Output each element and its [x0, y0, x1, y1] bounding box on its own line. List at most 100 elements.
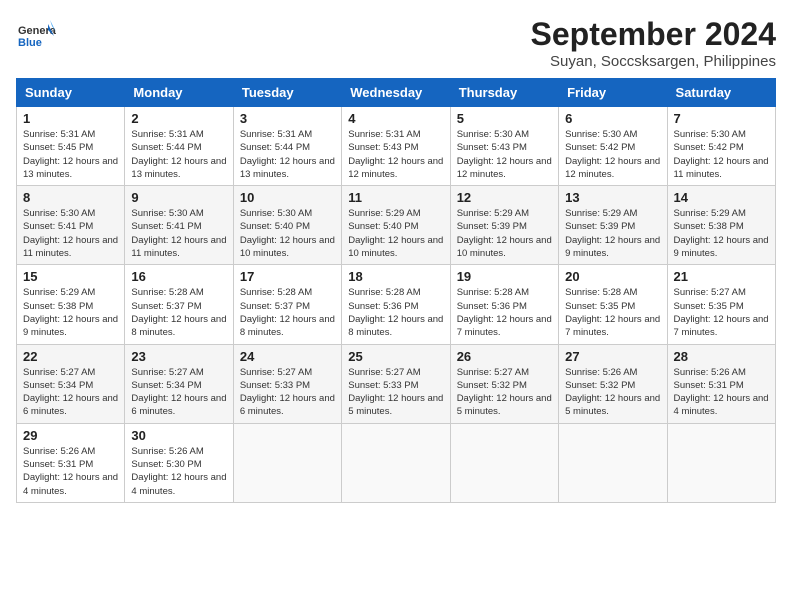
table-row: [342, 423, 450, 502]
day-info: Sunrise: 5:28 AM Sunset: 5:37 PM Dayligh…: [131, 286, 226, 339]
day-info: Sunrise: 5:31 AM Sunset: 5:43 PM Dayligh…: [348, 128, 443, 181]
day-number: 10: [240, 190, 335, 205]
logo: General Blue: [16, 16, 60, 56]
day-info: Sunrise: 5:27 AM Sunset: 5:35 PM Dayligh…: [674, 286, 769, 339]
day-number: 29: [23, 428, 118, 443]
header-tuesday: Tuesday: [233, 79, 341, 107]
day-number: 19: [457, 269, 552, 284]
day-number: 23: [131, 349, 226, 364]
table-row: 30 Sunrise: 5:26 AM Sunset: 5:30 PM Dayli…: [125, 423, 233, 502]
day-info: Sunrise: 5:29 AM Sunset: 5:38 PM Dayligh…: [674, 207, 769, 260]
table-row: 27 Sunrise: 5:26 AM Sunset: 5:32 PM Dayli…: [559, 344, 667, 423]
day-number: 13: [565, 190, 660, 205]
day-number: 1: [23, 111, 118, 126]
table-row: 9 Sunrise: 5:30 AM Sunset: 5:41 PM Daylig…: [125, 186, 233, 265]
day-info: Sunrise: 5:31 AM Sunset: 5:44 PM Dayligh…: [240, 128, 335, 181]
day-info: Sunrise: 5:30 AM Sunset: 5:41 PM Dayligh…: [131, 207, 226, 260]
table-row: 16 Sunrise: 5:28 AM Sunset: 5:37 PM Dayli…: [125, 265, 233, 344]
day-info: Sunrise: 5:26 AM Sunset: 5:31 PM Dayligh…: [674, 366, 769, 419]
table-row: 12 Sunrise: 5:29 AM Sunset: 5:39 PM Dayli…: [450, 186, 558, 265]
day-number: 5: [457, 111, 552, 126]
table-row: 28 Sunrise: 5:26 AM Sunset: 5:31 PM Dayli…: [667, 344, 775, 423]
table-row: 5 Sunrise: 5:30 AM Sunset: 5:43 PM Daylig…: [450, 107, 558, 186]
table-row: 20 Sunrise: 5:28 AM Sunset: 5:35 PM Dayli…: [559, 265, 667, 344]
table-row: 22 Sunrise: 5:27 AM Sunset: 5:34 PM Dayli…: [17, 344, 125, 423]
day-info: Sunrise: 5:27 AM Sunset: 5:34 PM Dayligh…: [131, 366, 226, 419]
day-number: 9: [131, 190, 226, 205]
table-row: 26Sunrise: 5:27 AM Sunset: 5:32 PM Dayli…: [450, 344, 558, 423]
day-number: 24: [240, 349, 335, 364]
table-row: [450, 423, 558, 502]
table-row: 10 Sunrise: 5:30 AM Sunset: 5:40 PM Dayli…: [233, 186, 341, 265]
day-number: 12: [457, 190, 552, 205]
day-info: Sunrise: 5:30 AM Sunset: 5:42 PM Dayligh…: [674, 128, 769, 181]
day-number: 6: [565, 111, 660, 126]
day-info: Sunrise: 5:27 AM Sunset: 5:34 PM Dayligh…: [23, 366, 118, 419]
day-info: Sunrise: 5:29 AM Sunset: 5:39 PM Dayligh…: [457, 207, 552, 260]
location-title: Suyan, Soccsksargen, Philippines: [531, 53, 776, 70]
day-info: Sunrise: 5:30 AM Sunset: 5:40 PM Dayligh…: [240, 207, 335, 260]
day-number: 30: [131, 428, 226, 443]
calendar-week-row: 29 Sunrise: 5:26 AM Sunset: 5:31 PM Dayli…: [17, 423, 776, 502]
table-row: 6Sunrise: 5:30 AM Sunset: 5:42 PM Daylig…: [559, 107, 667, 186]
day-info: Sunrise: 5:30 AM Sunset: 5:41 PM Dayligh…: [23, 207, 118, 260]
calendar-week-row: 15 Sunrise: 5:29 AM Sunset: 5:38 PM Dayli…: [17, 265, 776, 344]
day-info: Sunrise: 5:26 AM Sunset: 5:32 PM Dayligh…: [565, 366, 660, 419]
table-row: 29 Sunrise: 5:26 AM Sunset: 5:31 PM Dayli…: [17, 423, 125, 502]
day-number: 8: [23, 190, 118, 205]
day-info: Sunrise: 5:27 AM Sunset: 5:32 PM Dayligh…: [457, 366, 552, 419]
table-row: [559, 423, 667, 502]
day-number: 22: [23, 349, 118, 364]
day-info: Sunrise: 5:27 AM Sunset: 5:33 PM Dayligh…: [240, 366, 335, 419]
header-wednesday: Wednesday: [342, 79, 450, 107]
day-info: Sunrise: 5:31 AM Sunset: 5:45 PM Dayligh…: [23, 128, 118, 181]
table-row: [233, 423, 341, 502]
day-number: 15: [23, 269, 118, 284]
day-info: Sunrise: 5:29 AM Sunset: 5:40 PM Dayligh…: [348, 207, 443, 260]
day-number: 25: [348, 349, 443, 364]
calendar-week-row: 1 Sunrise: 5:31 AM Sunset: 5:45 PM Daylig…: [17, 107, 776, 186]
svg-text:Blue: Blue: [18, 37, 42, 49]
day-info: Sunrise: 5:31 AM Sunset: 5:44 PM Dayligh…: [131, 128, 226, 181]
weekday-header-row: Sunday Monday Tuesday Wednesday Thursday…: [17, 79, 776, 107]
header-monday: Monday: [125, 79, 233, 107]
page-header: General Blue September 2024 Suyan, Soccs…: [16, 16, 776, 70]
day-info: Sunrise: 5:27 AM Sunset: 5:33 PM Dayligh…: [348, 366, 443, 419]
day-number: 20: [565, 269, 660, 284]
day-number: 7: [674, 111, 769, 126]
table-row: 23 Sunrise: 5:27 AM Sunset: 5:34 PM Dayli…: [125, 344, 233, 423]
day-number: 3: [240, 111, 335, 126]
table-row: 14Sunrise: 5:29 AM Sunset: 5:38 PM Dayli…: [667, 186, 775, 265]
day-info: Sunrise: 5:26 AM Sunset: 5:30 PM Dayligh…: [131, 445, 226, 498]
table-row: 8 Sunrise: 5:30 AM Sunset: 5:41 PM Daylig…: [17, 186, 125, 265]
table-row: 4Sunrise: 5:31 AM Sunset: 5:43 PM Daylig…: [342, 107, 450, 186]
calendar-table: Sunday Monday Tuesday Wednesday Thursday…: [16, 78, 776, 503]
day-number: 21: [674, 269, 769, 284]
table-row: 7 Sunrise: 5:30 AM Sunset: 5:42 PM Daylig…: [667, 107, 775, 186]
header-thursday: Thursday: [450, 79, 558, 107]
table-row: 1 Sunrise: 5:31 AM Sunset: 5:45 PM Daylig…: [17, 107, 125, 186]
table-row: 11 Sunrise: 5:29 AM Sunset: 5:40 PM Dayli…: [342, 186, 450, 265]
day-number: 11: [348, 190, 443, 205]
day-info: Sunrise: 5:28 AM Sunset: 5:37 PM Dayligh…: [240, 286, 335, 339]
table-row: 21 Sunrise: 5:27 AM Sunset: 5:35 PM Dayli…: [667, 265, 775, 344]
calendar-week-row: 22 Sunrise: 5:27 AM Sunset: 5:34 PM Dayli…: [17, 344, 776, 423]
header-sunday: Sunday: [17, 79, 125, 107]
day-info: Sunrise: 5:30 AM Sunset: 5:43 PM Dayligh…: [457, 128, 552, 181]
day-number: 28: [674, 349, 769, 364]
day-info: Sunrise: 5:28 AM Sunset: 5:36 PM Dayligh…: [348, 286, 443, 339]
day-info: Sunrise: 5:29 AM Sunset: 5:38 PM Dayligh…: [23, 286, 118, 339]
day-number: 27: [565, 349, 660, 364]
day-number: 16: [131, 269, 226, 284]
day-info: Sunrise: 5:28 AM Sunset: 5:35 PM Dayligh…: [565, 286, 660, 339]
day-number: 18: [348, 269, 443, 284]
day-info: Sunrise: 5:29 AM Sunset: 5:39 PM Dayligh…: [565, 207, 660, 260]
table-row: 19 Sunrise: 5:28 AM Sunset: 5:36 PM Dayli…: [450, 265, 558, 344]
month-title: September 2024: [531, 16, 776, 53]
day-info: Sunrise: 5:28 AM Sunset: 5:36 PM Dayligh…: [457, 286, 552, 339]
table-row: [667, 423, 775, 502]
header-friday: Friday: [559, 79, 667, 107]
table-row: 2Sunrise: 5:31 AM Sunset: 5:44 PM Daylig…: [125, 107, 233, 186]
day-info: Sunrise: 5:26 AM Sunset: 5:31 PM Dayligh…: [23, 445, 118, 498]
table-row: 13 Sunrise: 5:29 AM Sunset: 5:39 PM Dayli…: [559, 186, 667, 265]
